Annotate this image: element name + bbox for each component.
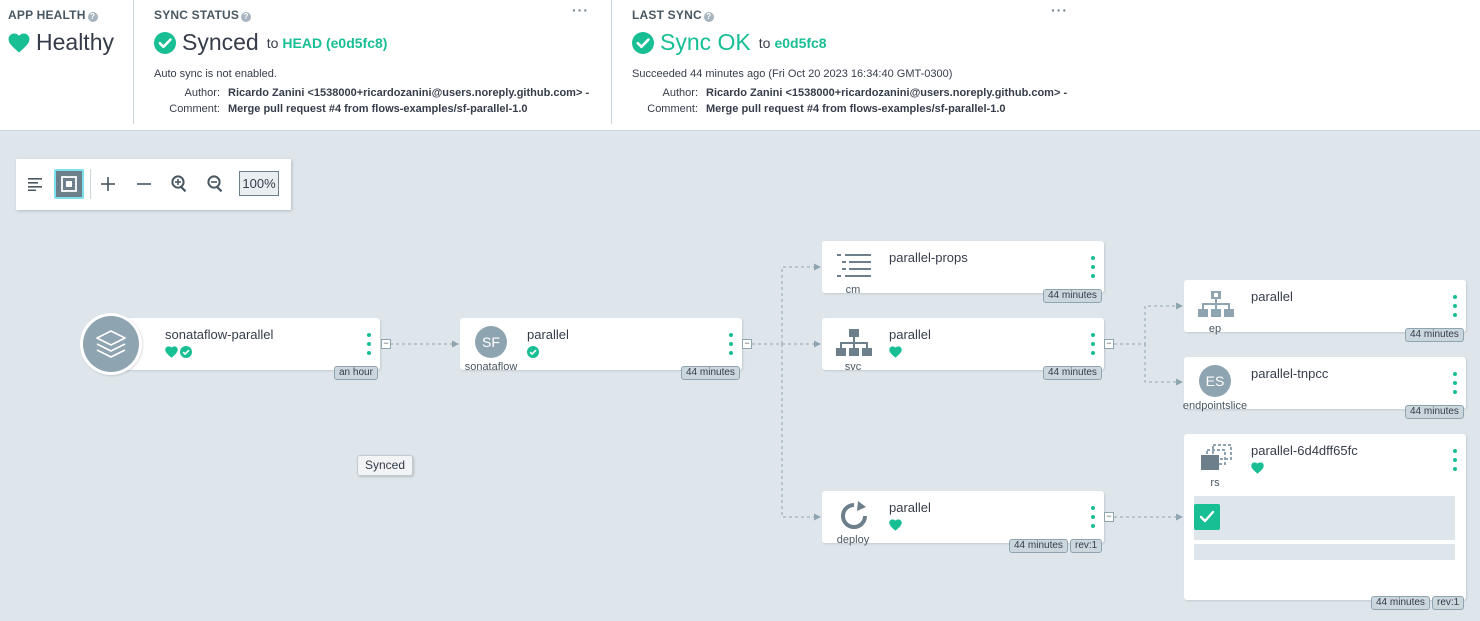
- app-node[interactable]: sonataflow-parallel: [110, 318, 380, 370]
- node-name: parallel-props: [889, 250, 968, 265]
- heart-icon: [889, 518, 902, 536]
- node-menu-icon[interactable]: [1452, 449, 1458, 471]
- heart-icon: [889, 345, 902, 363]
- collapse-toggle[interactable]: −: [381, 339, 391, 349]
- age-tag: 44 minutes: [1009, 539, 1068, 553]
- node-kind: svc: [844, 361, 862, 373]
- service-node[interactable]: svc parallel: [822, 318, 1104, 373]
- node-kind: endpointslice: [1182, 400, 1248, 412]
- age-tag: an hour: [334, 366, 378, 380]
- age-tag: 44 minutes: [1371, 596, 1430, 610]
- node-kind: ep: [1208, 323, 1222, 335]
- deployment-node[interactable]: deploy parallel: [822, 491, 1104, 546]
- endpointslice-badge: ES: [1199, 365, 1231, 397]
- heart-icon: [1251, 461, 1264, 479]
- node-name: parallel-6d4dff65fc: [1251, 443, 1358, 458]
- application-icon: [80, 313, 142, 375]
- heart-icon: [165, 345, 178, 363]
- replicaset-node[interactable]: rs parallel-6d4dff65fc: [1184, 434, 1466, 600]
- node-kind: rs: [1210, 477, 1220, 489]
- node-kind: deploy: [836, 534, 870, 546]
- service-icon: [832, 326, 876, 360]
- synced-tooltip: Synced: [357, 455, 414, 476]
- check-circle-icon: [180, 345, 192, 363]
- node-name: parallel: [889, 327, 931, 342]
- endpoints-icon: [1194, 288, 1238, 322]
- node-menu-icon[interactable]: [1452, 372, 1458, 394]
- collapse-toggle[interactable]: −: [1104, 339, 1114, 349]
- node-name: parallel-tnpcc: [1251, 366, 1329, 381]
- check-circle-icon: [527, 345, 539, 363]
- node-name: sonataflow-parallel: [165, 327, 274, 342]
- node-menu-icon[interactable]: [366, 333, 372, 355]
- node-name: parallel: [889, 500, 931, 515]
- node-menu-icon[interactable]: [1090, 333, 1096, 355]
- sonataflow-badge: SF: [475, 326, 507, 358]
- age-tag: 44 minutes: [1405, 328, 1464, 342]
- node-menu-icon[interactable]: [728, 333, 734, 355]
- collapse-toggle[interactable]: −: [742, 339, 752, 349]
- pod-group-footer: [1194, 544, 1455, 560]
- pod-group: [1194, 496, 1455, 540]
- node-menu-icon[interactable]: [1452, 295, 1458, 317]
- age-tag: 44 minutes: [1043, 289, 1102, 303]
- sonataflow-node[interactable]: SF sonataflow parallel: [460, 318, 742, 373]
- age-tag: 44 minutes: [1043, 366, 1102, 380]
- endpoints-node[interactable]: ep parallel: [1184, 280, 1466, 335]
- configmap-icon: [832, 249, 876, 283]
- node-kind: cm: [845, 284, 861, 296]
- node-name: parallel: [1251, 289, 1293, 304]
- replicaset-icon: [1194, 442, 1238, 476]
- collapse-toggle[interactable]: −: [1104, 512, 1114, 522]
- age-tag: 44 minutes: [1405, 405, 1464, 419]
- deploy-icon: [832, 499, 876, 533]
- node-name: parallel: [527, 327, 569, 342]
- endpointslice-node[interactable]: ES endpointslice parallel-tnpcc: [1183, 357, 1466, 412]
- revision-tag: rev:1: [1432, 596, 1465, 610]
- node-menu-icon[interactable]: [1090, 506, 1096, 528]
- age-tag: 44 minutes: [681, 366, 740, 380]
- node-kind: sonataflow: [464, 361, 518, 373]
- pod-icon[interactable]: [1194, 504, 1220, 530]
- configmap-node[interactable]: cm parallel-props: [822, 241, 1104, 296]
- revision-tag: rev:1: [1070, 539, 1103, 553]
- node-menu-icon[interactable]: [1090, 256, 1096, 278]
